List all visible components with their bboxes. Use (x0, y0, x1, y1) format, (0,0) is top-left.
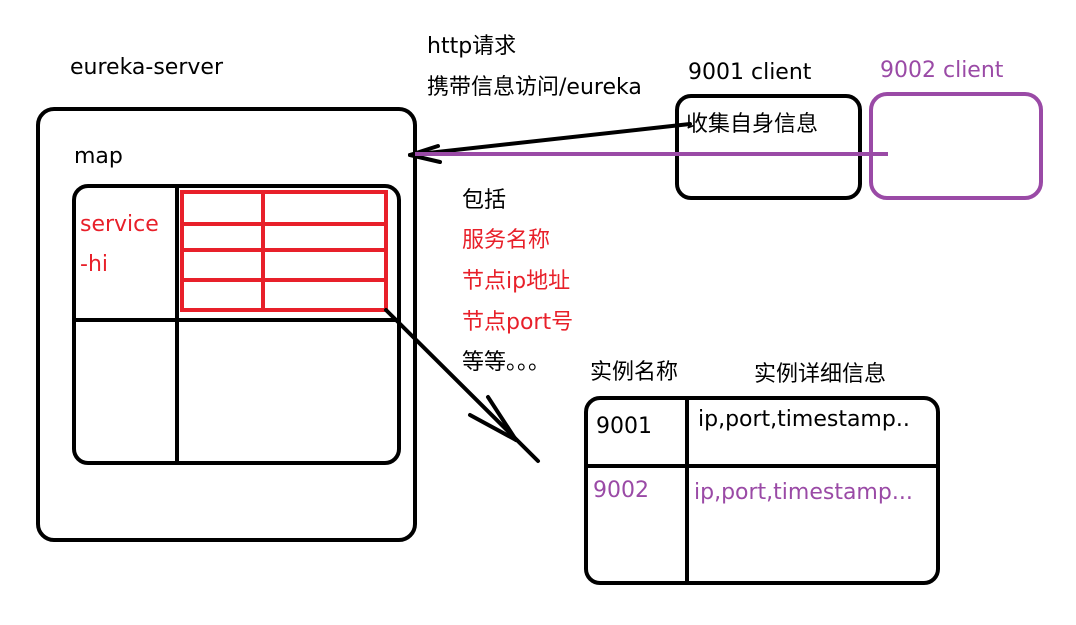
service-label-line2: -hi (80, 252, 108, 277)
request-label-line1: http请求 (427, 34, 517, 59)
eureka-server-box (36, 107, 417, 542)
map-label: map (74, 144, 123, 169)
includes-etc: 等等。。。 (462, 350, 551, 375)
request-label-line2: 携带信息访问/eureka (427, 75, 642, 100)
client-9002-title: 9002 client (880, 58, 1004, 83)
includes-heading: 包括 (462, 188, 507, 213)
request-arrow-9001 (408, 122, 692, 164)
includes-item-port: 节点port号 (462, 310, 574, 335)
instance-row-name: 9002 (593, 478, 649, 503)
client-9002-box (869, 92, 1043, 200)
instance-header-detail: 实例详细信息 (754, 362, 887, 387)
service-label-line1: service (80, 212, 159, 237)
service-instance-grid (180, 190, 388, 312)
client-9001-title: 9001 client (688, 60, 812, 85)
instance-row-detail: ip,port,timestamp.. (698, 407, 910, 432)
instance-header-name: 实例名称 (590, 360, 679, 385)
client-9001-body: 收集自身信息 (686, 112, 819, 137)
instance-row-name: 9001 (596, 414, 652, 439)
instance-row-detail: ip,port,timestamp... (694, 480, 913, 505)
includes-item-service-name: 服务名称 (462, 228, 551, 253)
includes-item-ip: 节点ip地址 (462, 269, 571, 294)
server-title: eureka-server (70, 55, 223, 80)
